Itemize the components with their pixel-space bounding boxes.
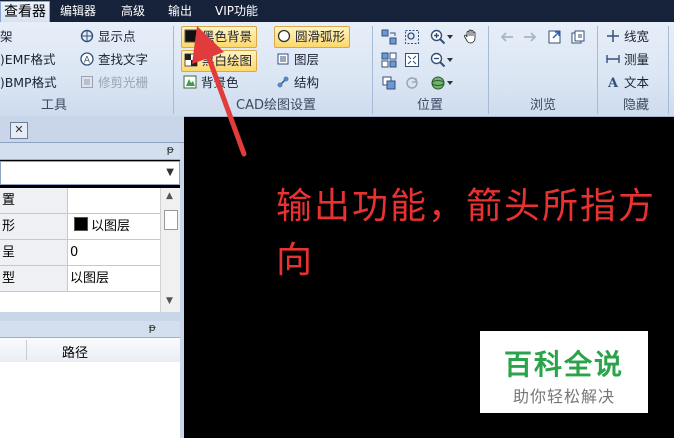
annotation-arrow <box>192 26 247 157</box>
